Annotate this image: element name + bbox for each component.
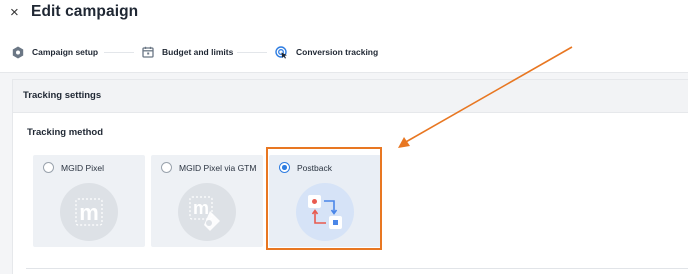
step-label: Conversion tracking [296, 47, 379, 57]
card-title: Tracking settings [23, 90, 102, 101]
divider [26, 268, 688, 269]
mgid-pixel-icon: m [60, 183, 118, 241]
step-label: Budget and limits [162, 47, 234, 57]
mgid-gtm-icon: m [178, 183, 236, 241]
svg-text:m: m [193, 198, 209, 218]
option-label: MGID Pixel via GTM [179, 163, 257, 173]
option-mgid-pixel[interactable]: MGID Pixel m [33, 155, 145, 247]
radio-mgid-gtm[interactable] [161, 162, 172, 173]
step-budget-limits[interactable]: Budget and limits [142, 44, 233, 60]
stepper: Campaign setup Budget and limits Convers… [0, 35, 688, 69]
annotation-highlight-box [266, 147, 382, 250]
step-connector [237, 52, 267, 53]
tracking-method-label: Tracking method [27, 127, 104, 138]
step-conversion-tracking[interactable]: Conversion tracking [275, 44, 378, 60]
calendar-icon [142, 46, 154, 58]
page-title: Edit campaign [31, 3, 139, 20]
target-cursor-icon [275, 45, 287, 59]
hexagon-settings-icon [12, 46, 24, 58]
option-mgid-gtm[interactable]: MGID Pixel via GTM m [151, 155, 263, 247]
svg-text:m: m [79, 200, 99, 225]
radio-mgid-pixel[interactable] [43, 162, 54, 173]
step-label: Campaign setup [32, 47, 99, 57]
card-header: Tracking settings [13, 80, 688, 113]
close-icon[interactable]: × [10, 5, 22, 20]
step-campaign-setup[interactable]: Campaign setup [12, 44, 98, 60]
option-label: MGID Pixel [61, 163, 104, 173]
page-header: × Edit campaign [0, 0, 688, 30]
step-connector [104, 52, 134, 53]
